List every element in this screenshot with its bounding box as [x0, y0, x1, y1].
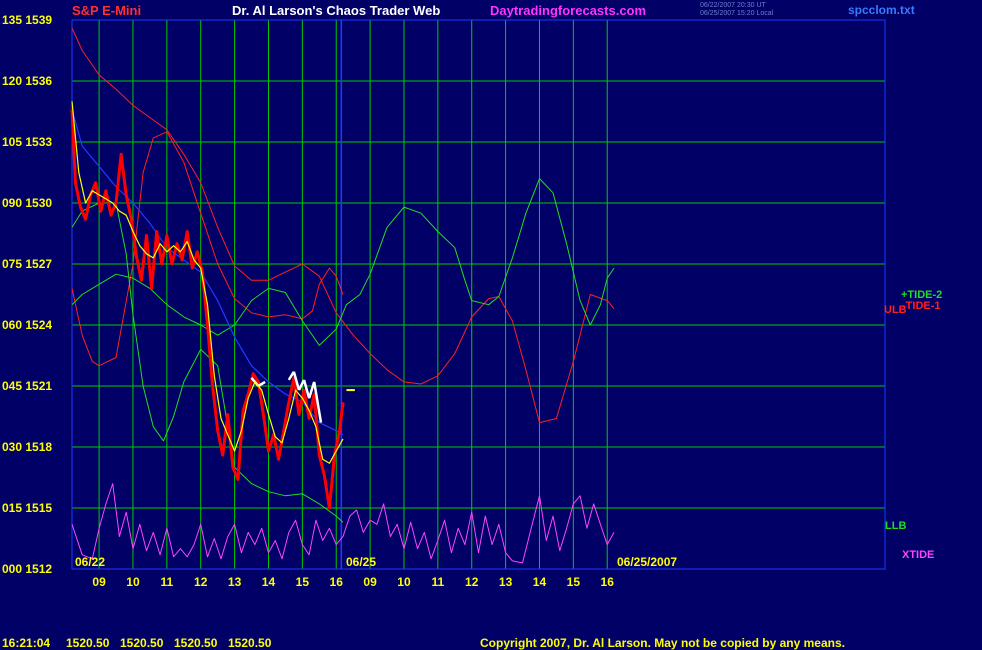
- y-tick-label: 000 1512: [2, 562, 53, 576]
- timestamp-ut: 06/22/2007 20:30 UT: [700, 2, 766, 9]
- series-label: -TIDE-1: [902, 299, 941, 312]
- y-tick-label: 060 1524: [2, 318, 53, 332]
- x-tick-label: 12: [465, 575, 479, 589]
- x-tick-label: 15: [566, 575, 581, 589]
- copyright-notice: Copyright 2007, Dr. Al Larson. May not b…: [480, 636, 845, 650]
- date-marker-label: 06/25/2007: [617, 555, 678, 569]
- data-file-name: spcclom.txt: [848, 3, 915, 17]
- series-label: +TIDE-2: [901, 289, 943, 302]
- footer-quote-3: 1520.50: [174, 636, 218, 650]
- y-tick-label: 135 1539: [2, 13, 53, 27]
- x-tick-label: 14: [532, 575, 547, 589]
- timestamp-local: 06/25/2007 15:20 Local: [700, 10, 774, 17]
- footer-quote-4: 1520.50: [228, 636, 272, 650]
- symbol-title: S&P E-Mini: [72, 3, 142, 18]
- x-tick-label: 09: [363, 575, 377, 589]
- x-tick-label: 12: [194, 575, 208, 589]
- x-tick-label: 10: [397, 575, 411, 589]
- x-tick-label: 13: [498, 575, 513, 589]
- y-tick-label: 105 1533: [2, 135, 53, 149]
- chart-canvas: [0, 0, 982, 650]
- series-label: ULB: [884, 303, 907, 316]
- footer-quote-2: 1520.50: [120, 636, 164, 650]
- series-label: XTIDE: [902, 549, 935, 562]
- x-tick-label: 16: [329, 575, 343, 589]
- y-tick-label: 120 1536: [2, 74, 53, 88]
- x-tick-label: 10: [126, 575, 140, 589]
- series-label: LLB: [885, 520, 907, 533]
- website-link[interactable]: Daytradingforecasts.com: [490, 3, 646, 18]
- x-tick-label: 11: [160, 575, 174, 589]
- y-tick-label: 075 1527: [2, 257, 53, 271]
- y-tick-label: 015 1515: [2, 501, 53, 515]
- y-tick-label: 030 1518: [2, 440, 53, 454]
- date-marker-label: 06/25: [346, 555, 377, 569]
- chart-title: Dr. Al Larson's Chaos Trader Web: [232, 3, 441, 18]
- footer-time: 16:21:04: [2, 636, 51, 650]
- x-tick-label: 16: [600, 575, 614, 589]
- x-tick-label: 09: [92, 575, 106, 589]
- y-tick-label: 090 1530: [2, 196, 53, 210]
- y-tick-label: 045 1521: [2, 379, 53, 393]
- x-tick-label: 14: [261, 575, 276, 589]
- x-tick-label: 11: [431, 575, 445, 589]
- x-tick-label: 15: [295, 575, 310, 589]
- footer-quote-1: 1520.50: [66, 636, 110, 650]
- x-tick-label: 13: [227, 575, 242, 589]
- date-marker-label: 06/22: [75, 555, 106, 569]
